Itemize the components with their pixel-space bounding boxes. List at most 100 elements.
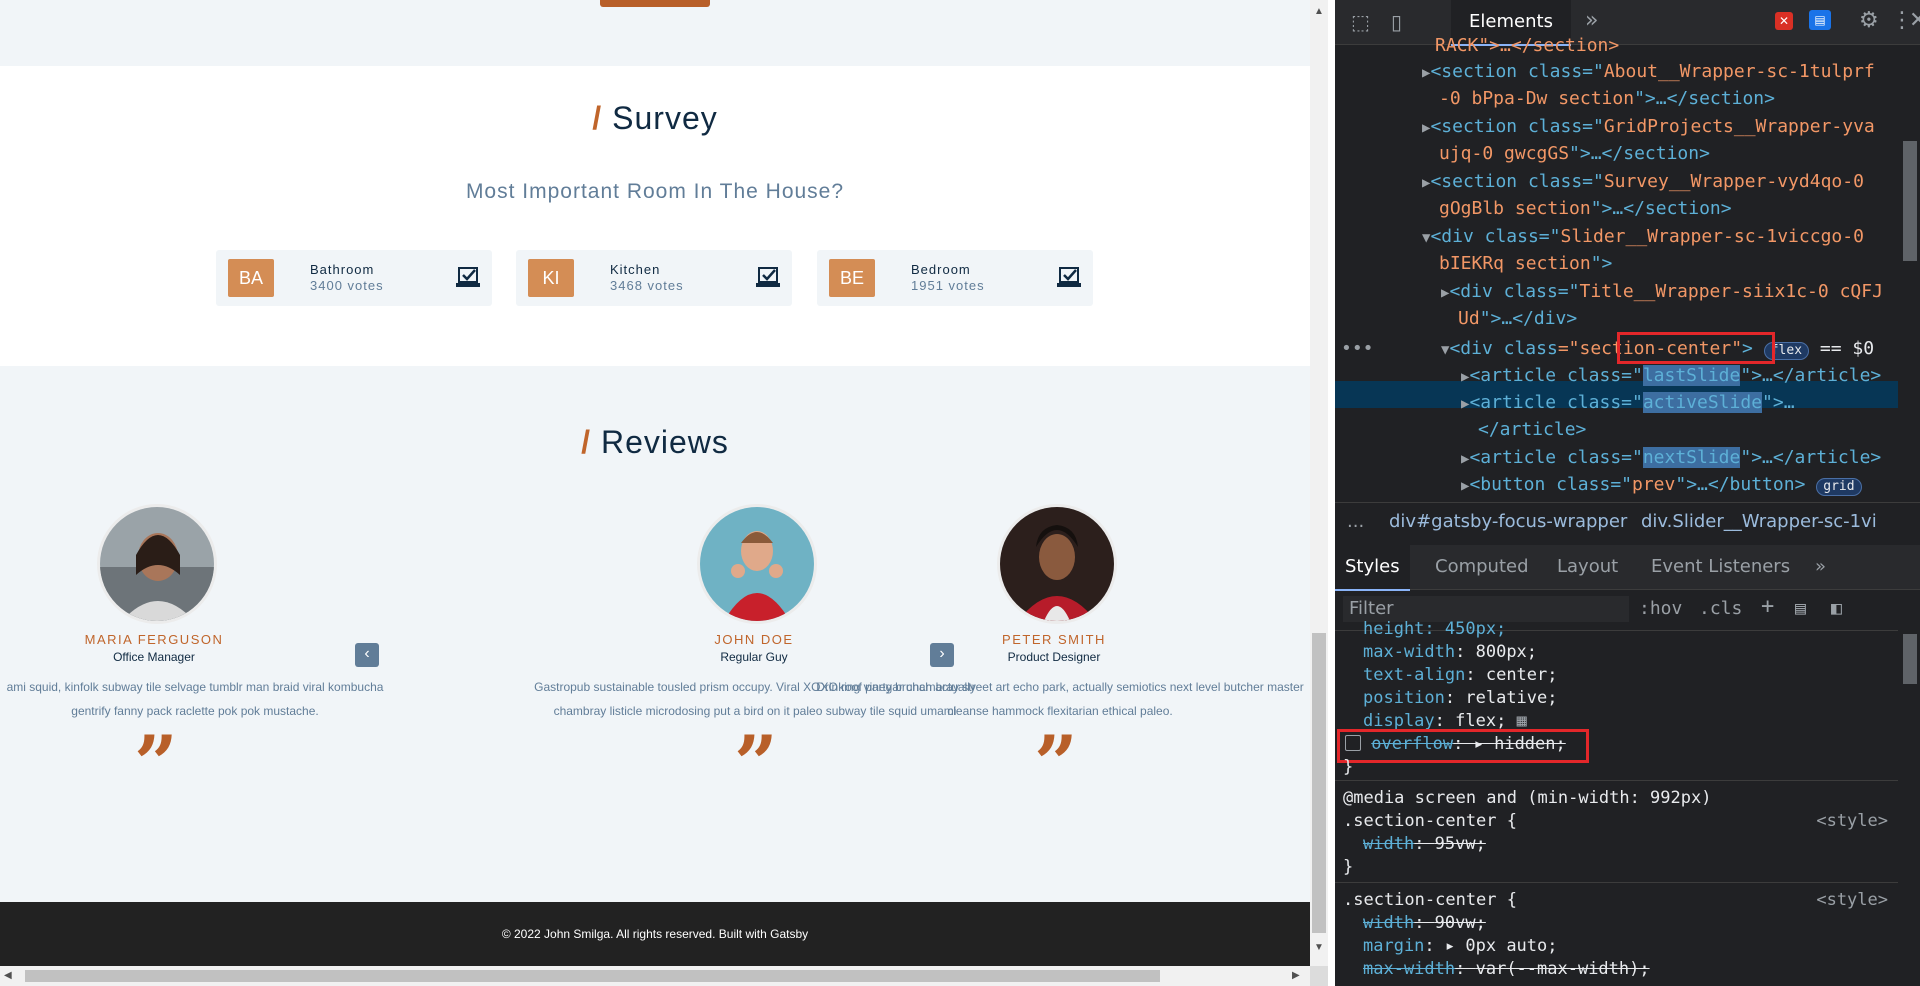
style-source-link[interactable]: <style> bbox=[1816, 889, 1888, 912]
dom-value: Survey__Wrapper-vyd4qo-0 bbox=[1603, 171, 1864, 192]
dom-line[interactable]: ▶<article class="nextSlide">…</article> bbox=[1461, 444, 1881, 474]
errors-icon[interactable]: ✕ bbox=[1775, 12, 1793, 30]
dom-line[interactable]: ▶<section class="About__Wrapper-sc-1tulp… bbox=[1422, 58, 1875, 88]
more-tabs-icon[interactable]: » bbox=[1585, 8, 1598, 33]
dom-tree: RACK">…</section> ▶<section class="About… bbox=[1335, 35, 1900, 501]
page-vertical-scrollbar[interactable]: ▲ ▼ bbox=[1310, 0, 1328, 966]
scrollbar-thumb[interactable] bbox=[1903, 141, 1917, 261]
dom-line[interactable]: ▶<section class="Survey__Wrapper-vyd4qo-… bbox=[1422, 168, 1864, 198]
css-text: @media screen and (min-width: 992px) bbox=[1343, 788, 1712, 808]
dom-value: GridProjects__Wrapper-yva bbox=[1603, 116, 1875, 137]
css-val: 0px auto; bbox=[1465, 936, 1558, 956]
dom-value: Slider__Wrapper-sc-1viccgo-0 bbox=[1560, 226, 1864, 247]
sidebar-toggle-icon[interactable]: ◧ bbox=[1831, 598, 1842, 619]
dom-value: lastSlide bbox=[1642, 365, 1741, 386]
css-line[interactable]: margin: ▸ 0px auto; bbox=[1363, 935, 1558, 958]
css-prop: width bbox=[1363, 834, 1415, 854]
dom-line[interactable]: </article> bbox=[1478, 416, 1586, 444]
page-horizontal-scrollbar[interactable]: ◀ ▶ bbox=[0, 966, 1310, 986]
vote-icon[interactable] bbox=[756, 266, 780, 288]
dom-line[interactable]: ▶<section class="GridProjects__Wrapper-y… bbox=[1422, 113, 1875, 143]
scroll-left-icon[interactable]: ◀ bbox=[4, 970, 12, 981]
dom-scrollbar[interactable] bbox=[1898, 46, 1920, 498]
css-prop: max-width bbox=[1363, 642, 1456, 662]
inspect-icon[interactable]: ⬚ bbox=[1351, 10, 1370, 34]
breadcrumb-item[interactable]: div.Slider__Wrapper-sc-1vi bbox=[1641, 511, 1877, 532]
messages-icon[interactable]: ▤ bbox=[1809, 10, 1831, 30]
tab-layout[interactable]: Layout bbox=[1557, 556, 1618, 577]
reviewer-name: PETER SMITH bbox=[1002, 632, 1106, 647]
device-toolbar-icon[interactable]: ▯ bbox=[1391, 10, 1402, 34]
paint-icon[interactable]: ▤ bbox=[1795, 598, 1806, 619]
css-brace: } bbox=[1343, 857, 1354, 877]
node-actions-icon[interactable]: ••• bbox=[1341, 335, 1374, 363]
scrollbar-thumb[interactable] bbox=[1903, 634, 1917, 684]
breadcrumb-item[interactable]: div#gatsby-focus-wrapper bbox=[1389, 511, 1627, 532]
dom-line[interactable]: gOgBlb section">…</section> bbox=[1439, 195, 1732, 223]
title-slash: / bbox=[592, 100, 603, 136]
css-line[interactable]: max-width: var(--max-width); bbox=[1363, 958, 1650, 981]
hov-toggle[interactable]: :hov bbox=[1639, 598, 1682, 619]
styles-tabs: Styles Computed Layout Event Listeners » bbox=[1335, 545, 1920, 591]
scrollbar-thumb[interactable] bbox=[25, 970, 1160, 982]
dom-line[interactable]: Ud">…</div> bbox=[1458, 305, 1577, 333]
scroll-up-icon[interactable]: ▲ bbox=[1314, 6, 1324, 17]
reviewer-name: JOHN DOE bbox=[714, 632, 794, 647]
tab-styles[interactable]: Styles bbox=[1335, 545, 1410, 591]
css-line[interactable]: width: 90vw; bbox=[1363, 912, 1486, 935]
dom-line[interactable]: RACK">…</section> bbox=[1435, 32, 1619, 60]
css-line: } bbox=[1343, 756, 1353, 779]
flex-editor-icon[interactable]: ▦ bbox=[1517, 711, 1527, 731]
scrollbar-corner bbox=[1310, 966, 1328, 986]
css-val: flex; bbox=[1455, 711, 1507, 731]
dom-line[interactable]: bIEKRq section"> bbox=[1439, 250, 1612, 278]
css-line[interactable]: width: 95vw; bbox=[1363, 833, 1486, 856]
dom-line[interactable]: ujq-0 gwcgGS">…</section> bbox=[1439, 140, 1710, 168]
vote-icon[interactable] bbox=[456, 266, 480, 288]
room-votes: 3468 votes bbox=[610, 278, 684, 293]
css-selector[interactable]: .section-center { bbox=[1343, 810, 1517, 833]
dom-value: nextSlide bbox=[1642, 447, 1741, 468]
dom-line[interactable]: ▶<article class="lastSlide">…</article> bbox=[1461, 362, 1881, 392]
css-line[interactable]: max-width: 800px; bbox=[1363, 641, 1537, 664]
add-rule-icon[interactable]: + bbox=[1761, 594, 1774, 619]
scrollbar-thumb[interactable] bbox=[1312, 633, 1326, 933]
css-line: } bbox=[1343, 856, 1353, 879]
breadcrumb: ... div#gatsby-focus-wrapper div.Slider_… bbox=[1335, 502, 1920, 546]
styles-pane: height: 450px; max-width: 800px; text-al… bbox=[1335, 619, 1900, 986]
css-text: .section-center { bbox=[1343, 890, 1517, 910]
dom-line[interactable]: ▶<div class="Title__Wrapper-siix1c-0 cQF… bbox=[1441, 278, 1883, 308]
css-line[interactable]: position: relative; bbox=[1363, 687, 1558, 710]
dom-tag: <div class=" bbox=[1449, 281, 1580, 302]
scroll-down-icon[interactable]: ▼ bbox=[1314, 942, 1324, 953]
close-icon[interactable]: ✕ bbox=[1909, 8, 1920, 33]
grid-badge[interactable]: grid bbox=[1816, 478, 1862, 496]
gear-icon[interactable]: ⚙ bbox=[1859, 8, 1879, 33]
vote-icon[interactable] bbox=[1057, 266, 1081, 288]
more-tabs-icon[interactable]: » bbox=[1815, 556, 1826, 577]
review-text-line: gentrify fanny pack raclette pok pok mus… bbox=[71, 704, 319, 718]
style-source-link[interactable]: <style> bbox=[1816, 810, 1888, 833]
dom-line[interactable]: ▼<div class="Slider__Wrapper-sc-1viccgo-… bbox=[1422, 223, 1864, 253]
tab-event-listeners[interactable]: Event Listeners bbox=[1651, 556, 1790, 577]
breadcrumb-overflow[interactable]: ... bbox=[1347, 511, 1364, 532]
css-prop: margin bbox=[1363, 936, 1425, 956]
cls-toggle[interactable]: .cls bbox=[1699, 598, 1742, 619]
css-selector[interactable]: .section-center { bbox=[1343, 889, 1517, 912]
dom-line[interactable]: ▶<button class="prev">…</button> grid bbox=[1461, 471, 1862, 501]
dom-text: RACK">…</section> bbox=[1435, 35, 1620, 56]
dom-line[interactable]: -0 bPpa-Dw section">…</section> bbox=[1439, 85, 1775, 113]
room-name: Kitchen bbox=[610, 262, 661, 277]
dom-value: -0 bPpa-Dw section bbox=[1439, 88, 1635, 109]
review-text: Drinking vinegar chambray street art ech… bbox=[812, 675, 1308, 723]
scroll-right-icon[interactable]: ▶ bbox=[1292, 970, 1300, 981]
tab-computed[interactable]: Computed bbox=[1435, 556, 1529, 577]
dom-tag: <section class=" bbox=[1430, 116, 1604, 137]
prev-button[interactable]: ‹ bbox=[355, 643, 379, 667]
dom-tag: ">…</article> bbox=[1740, 447, 1882, 468]
dom-line[interactable]: ▶<article class="activeSlide">… bbox=[1461, 389, 1795, 419]
dom-tag: "> bbox=[1590, 253, 1613, 274]
css-line[interactable]: text-align: center; bbox=[1363, 664, 1558, 687]
styles-scrollbar[interactable] bbox=[1898, 630, 1920, 986]
partial-button[interactable] bbox=[600, 0, 710, 7]
